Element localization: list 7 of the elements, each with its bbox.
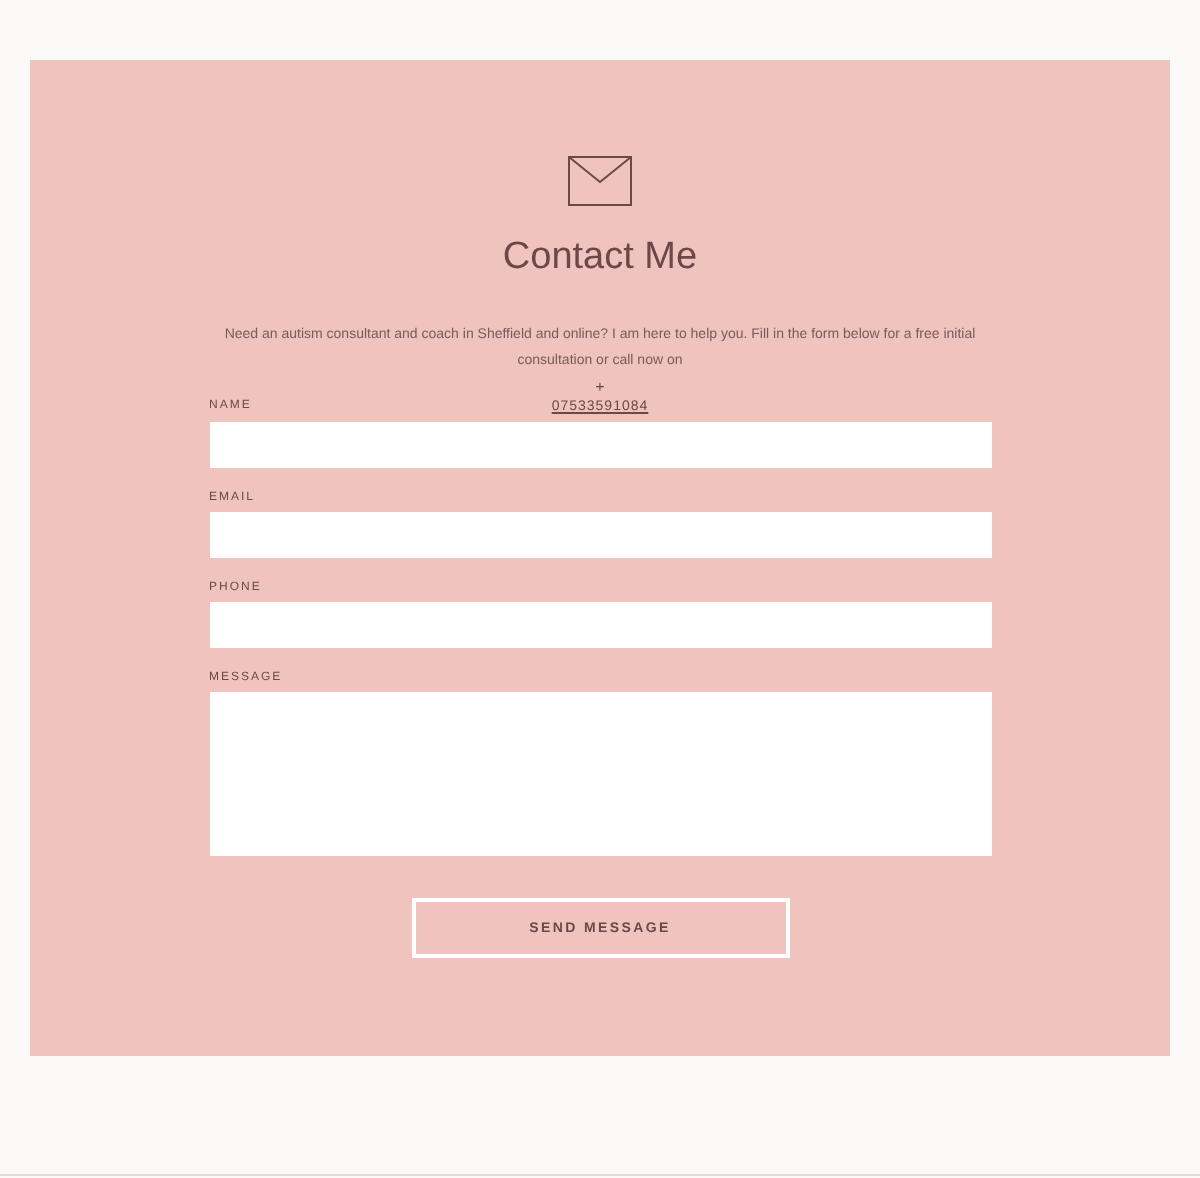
- section-title: Contact Me: [502, 234, 698, 282]
- input-field[interactable]: [209, 602, 991, 648]
- input-field[interactable]: [209, 422, 991, 468]
- input-field[interactable]: [209, 692, 991, 856]
- phone-prefix: +: [595, 378, 605, 398]
- envelope-icon: [568, 156, 632, 206]
- input-field[interactable]: [209, 512, 991, 558]
